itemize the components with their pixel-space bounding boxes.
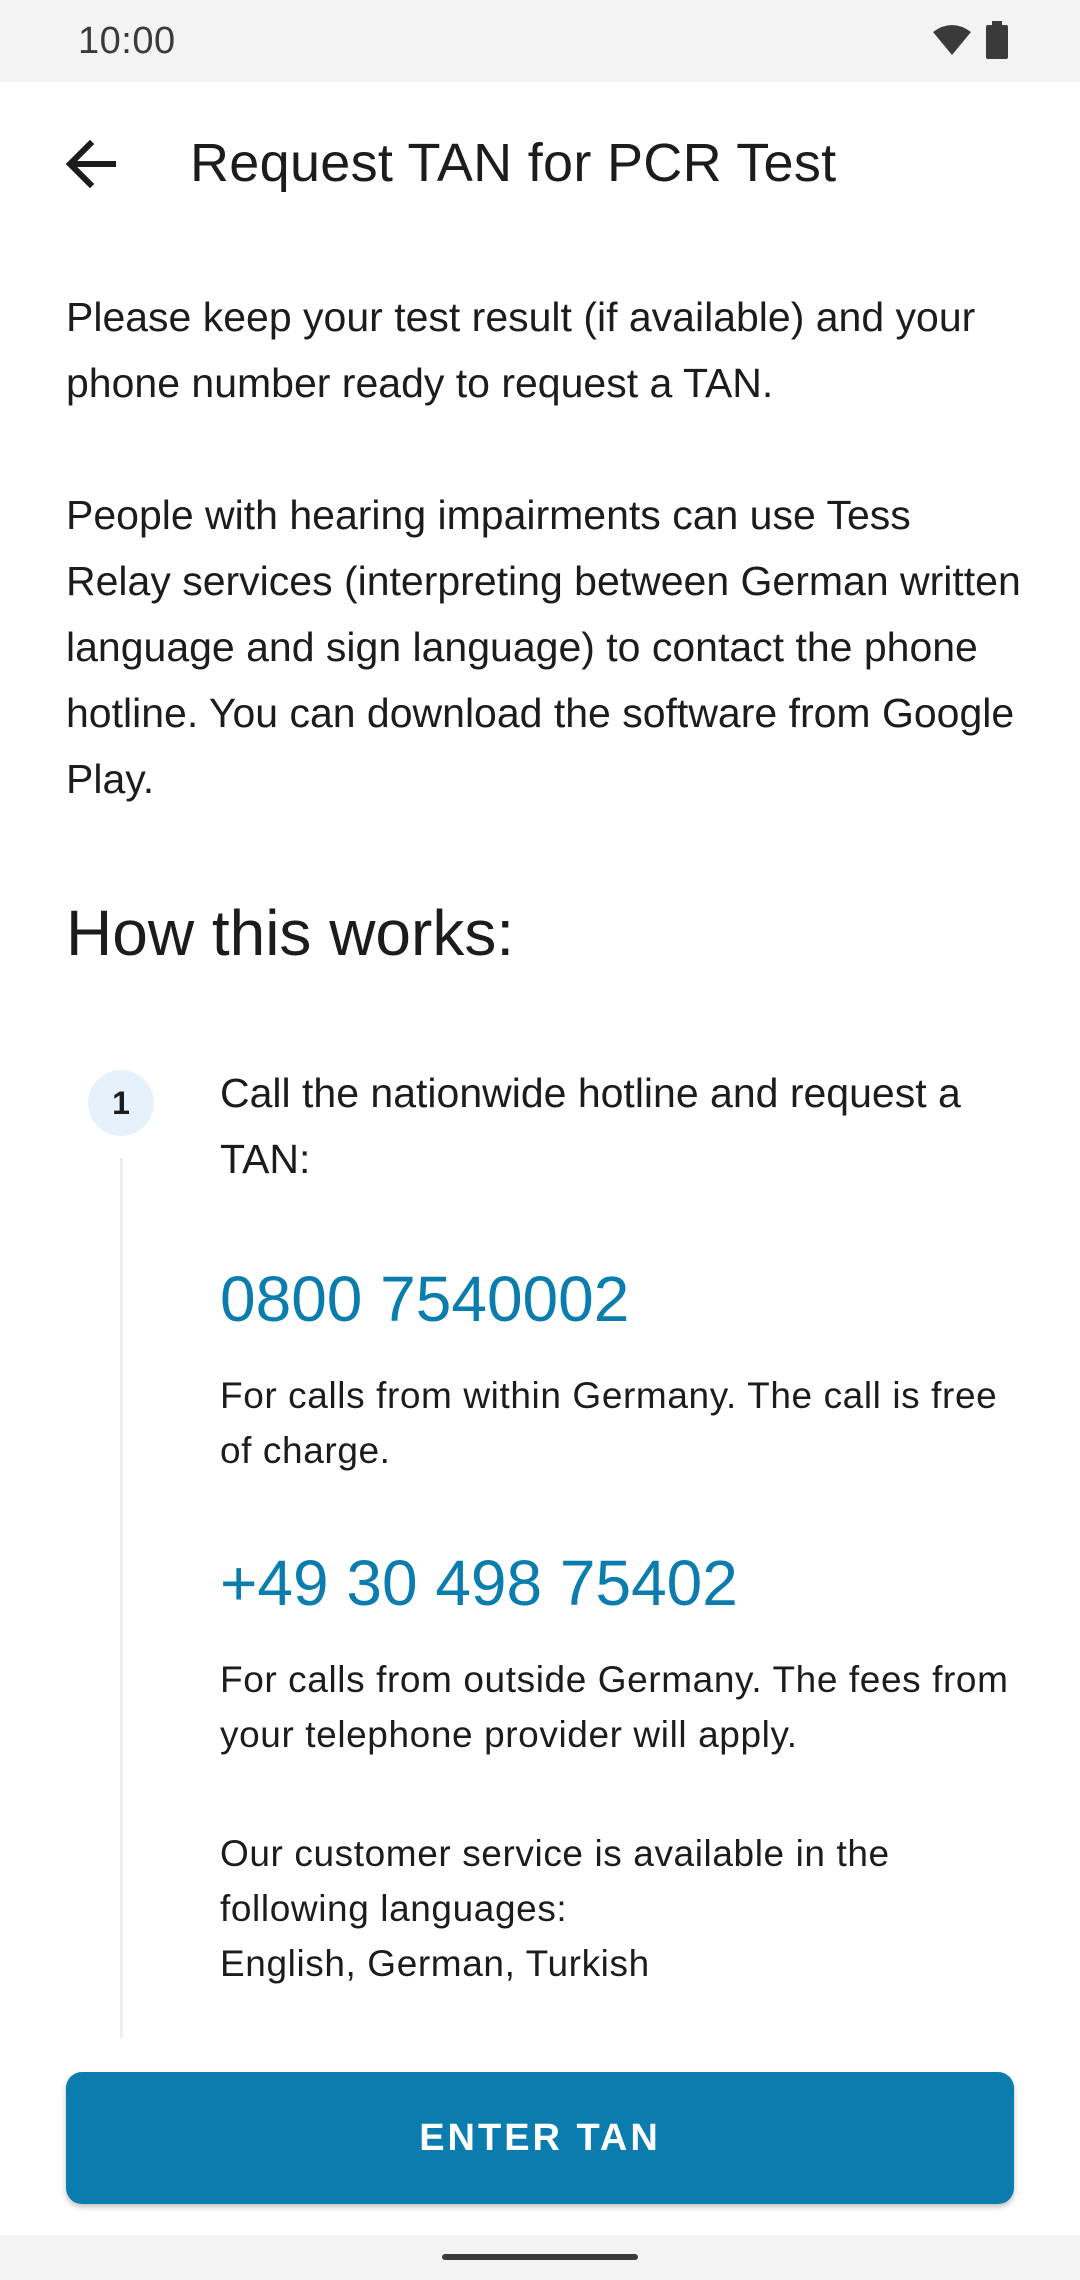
content-scroll-area[interactable]: Please keep your test result (if availab… — [0, 242, 1080, 2042]
status-bar: 10:00 — [0, 0, 1080, 82]
back-button[interactable] — [44, 118, 140, 214]
international-hotline-note: For calls from outside Germany. The fees… — [220, 1659, 1009, 1755]
step-connector-line — [120, 1158, 123, 2038]
how-it-works-heading: How this works: — [66, 897, 515, 969]
enter-tan-button[interactable]: ENTER TAN — [66, 2072, 1014, 2204]
domestic-hotline-note: For calls from within Germany. The call … — [220, 1375, 998, 1471]
home-gesture-handle[interactable] — [442, 2254, 638, 2260]
step-description: Call the nationwide hotline and request … — [220, 1070, 961, 1182]
accessibility-paragraph: People with hearing impairments can use … — [66, 492, 1021, 802]
languages-list: English, German, Turkish — [220, 1943, 650, 1984]
arrow-left-icon — [64, 139, 120, 193]
status-time: 10:00 — [78, 20, 176, 62]
wifi-icon — [932, 24, 972, 61]
bottom-action-area: ENTER TAN — [0, 2040, 1080, 2235]
navigation-bar — [0, 2235, 1080, 2280]
page-title: Request TAN for PCR Test — [190, 133, 837, 193]
battery-icon — [986, 20, 1008, 64]
step-number-badge: 1 — [88, 1070, 154, 1136]
status-icons — [932, 20, 1008, 64]
languages-intro: Our customer service is available in the… — [220, 1833, 890, 1929]
app-bar: Request TAN for PCR Test — [0, 82, 1080, 242]
international-hotline-link[interactable]: +49 30 498 75402 — [220, 1546, 738, 1620]
domestic-hotline-link[interactable]: 0800 7540002 — [220, 1262, 629, 1336]
intro-paragraph: Please keep your test result (if availab… — [66, 294, 976, 406]
